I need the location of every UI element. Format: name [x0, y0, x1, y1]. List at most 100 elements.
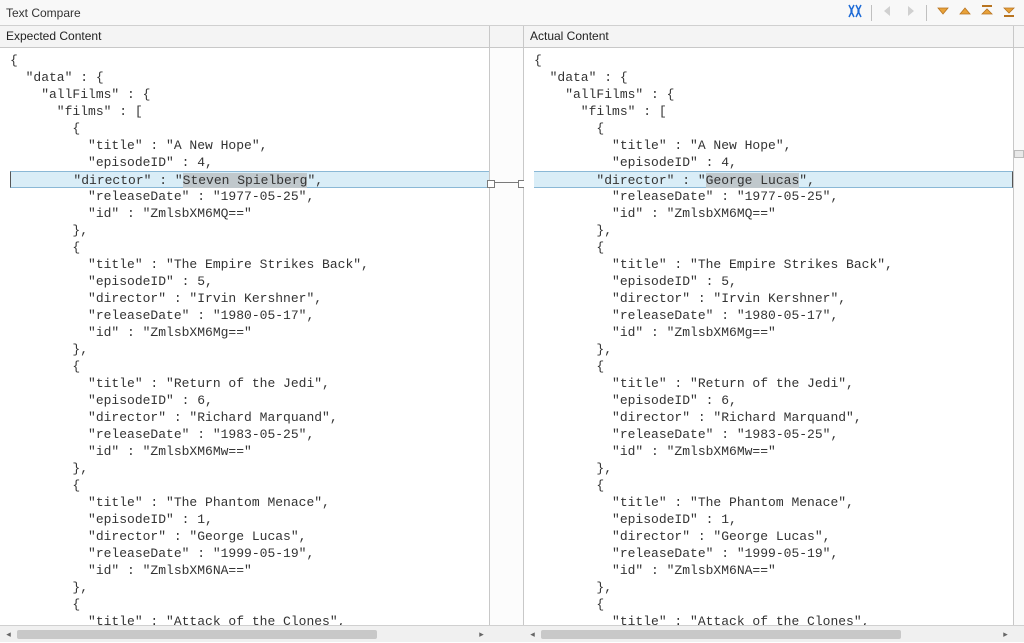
code-line: {: [10, 358, 489, 375]
code-line: "director" : "Steven Spielberg",: [10, 171, 489, 188]
hscroll-rest: [1014, 626, 1024, 642]
code-line: {: [534, 239, 1013, 256]
code-line: },: [10, 222, 489, 239]
sync-scroll-icon[interactable]: [846, 2, 864, 23]
scroll-right-arrow-icon[interactable]: ▸: [473, 626, 490, 643]
code-line: "id" : "ZmlsbXM6Mg==": [10, 324, 489, 341]
overview-diff-mark[interactable]: [1014, 150, 1024, 158]
right-pane[interactable]: { "data" : { "allFilms" : { "films" : [ …: [524, 48, 1014, 625]
left-pane-header: Expected Content: [0, 26, 490, 47]
code-line: "releaseDate" : "1977-05-25",: [10, 188, 489, 205]
diff-gutter[interactable]: [490, 48, 524, 625]
code-line: "title" : "Attack of the Clones",: [534, 613, 1013, 625]
first-diff-icon[interactable]: [978, 2, 996, 23]
code-line: {: [10, 477, 489, 494]
scroll-right-arrow-icon[interactable]: ▸: [997, 626, 1014, 643]
code-line: {: [534, 358, 1013, 375]
right-hscroll[interactable]: ◂ ▸: [524, 626, 1014, 642]
prev-diff-icon[interactable]: [956, 2, 974, 23]
code-line: "allFilms" : {: [534, 86, 1013, 103]
header-scroll-gap: [1014, 26, 1024, 47]
code-line: "episodeID" : 1,: [534, 511, 1013, 528]
code-line: },: [10, 460, 489, 477]
code-line: "films" : [: [10, 103, 489, 120]
code-line: "title" : "Return of the Jedi",: [534, 375, 1013, 392]
code-line: "episodeID" : 4,: [534, 154, 1013, 171]
code-line: "id" : "ZmlsbXM6NA==": [534, 562, 1013, 579]
header-gap: [490, 26, 524, 47]
code-line: {: [10, 239, 489, 256]
code-line: "title" : "A New Hope",: [534, 137, 1013, 154]
next-diff-icon[interactable]: [934, 2, 952, 23]
copy-right-icon[interactable]: [901, 2, 919, 23]
code-line: "title" : "The Empire Strikes Back",: [10, 256, 489, 273]
code-line: "releaseDate" : "1980-05-17",: [10, 307, 489, 324]
code-line: },: [534, 341, 1013, 358]
hscroll-gap: [490, 626, 524, 642]
code-line: "episodeID" : 6,: [10, 392, 489, 409]
code-line: "director" : "Irvin Kershner",: [534, 290, 1013, 307]
code-line: "releaseDate" : "1999-05-19",: [10, 545, 489, 562]
code-line: "releaseDate" : "1983-05-25",: [534, 426, 1013, 443]
code-line: "title" : "Attack of the Clones",: [10, 613, 489, 625]
horizontal-scrollbars: ◂ ▸ ◂ ▸: [0, 625, 1024, 642]
scroll-thumb[interactable]: [541, 630, 901, 639]
code-line: "films" : [: [534, 103, 1013, 120]
code-line: "title" : "The Empire Strikes Back",: [534, 256, 1013, 273]
toolbar: [846, 2, 1018, 23]
code-line: "director" : "George Lucas",: [10, 528, 489, 545]
left-pane[interactable]: { "data" : { "allFilms" : { "films" : [ …: [0, 48, 490, 625]
code-line: "episodeID" : 1,: [10, 511, 489, 528]
code-line: {: [534, 477, 1013, 494]
code-line: "releaseDate" : "1999-05-19",: [534, 545, 1013, 562]
code-line: {: [534, 52, 1013, 69]
code-line: "director" : "Richard Marquand",: [10, 409, 489, 426]
right-pane-header: Actual Content: [524, 26, 1014, 47]
scroll-left-arrow-icon[interactable]: ◂: [524, 626, 541, 643]
code-line: {: [534, 120, 1013, 137]
code-line: },: [10, 579, 489, 596]
overview-ruler[interactable]: [1014, 48, 1024, 625]
code-line: "title" : "Return of the Jedi",: [10, 375, 489, 392]
code-line: "id" : "ZmlsbXM6Mw==": [10, 443, 489, 460]
code-line: "episodeID" : 5,: [534, 273, 1013, 290]
code-line: "data" : {: [534, 69, 1013, 86]
code-line: "releaseDate" : "1980-05-17",: [534, 307, 1013, 324]
toolbar-separator: [871, 5, 872, 21]
code-line: {: [10, 120, 489, 137]
code-line: },: [534, 222, 1013, 239]
code-line: "data" : {: [10, 69, 489, 86]
scroll-left-arrow-icon[interactable]: ◂: [0, 626, 17, 643]
scroll-thumb[interactable]: [17, 630, 377, 639]
code-line: "id" : "ZmlsbXM6Mw==": [534, 443, 1013, 460]
code-line: "title" : "A New Hope",: [10, 137, 489, 154]
code-line: "releaseDate" : "1977-05-25",: [534, 188, 1013, 205]
code-line: "director" : "George Lucas",: [534, 528, 1013, 545]
code-line: "episodeID" : 5,: [10, 273, 489, 290]
code-line: "director" : "Richard Marquand",: [534, 409, 1013, 426]
diff-token: George Lucas: [706, 173, 800, 188]
code-line: {: [10, 596, 489, 613]
titlebar: Text Compare: [0, 0, 1024, 26]
left-hscroll[interactable]: ◂ ▸: [0, 626, 490, 642]
code-line: {: [534, 596, 1013, 613]
code-line: },: [534, 460, 1013, 477]
diff-connector: [490, 182, 523, 183]
code-line: },: [10, 341, 489, 358]
diff-panes: { "data" : { "allFilms" : { "films" : [ …: [0, 48, 1024, 625]
code-line: "id" : "ZmlsbXM6MQ==": [10, 205, 489, 222]
copy-left-icon[interactable]: [879, 2, 897, 23]
code-line: "id" : "ZmlsbXM6Mg==": [534, 324, 1013, 341]
code-line: "episodeID" : 6,: [534, 392, 1013, 409]
toolbar-separator: [926, 5, 927, 21]
code-line: "id" : "ZmlsbXM6NA==": [10, 562, 489, 579]
code-line: "id" : "ZmlsbXM6MQ==": [534, 205, 1013, 222]
code-line: {: [10, 52, 489, 69]
code-line: "director" : "Irvin Kershner",: [10, 290, 489, 307]
code-line: "allFilms" : {: [10, 86, 489, 103]
code-line: "title" : "The Phantom Menace",: [534, 494, 1013, 511]
code-line: "releaseDate" : "1983-05-25",: [10, 426, 489, 443]
pane-headers: Expected Content Actual Content: [0, 26, 1024, 48]
diff-token: Steven Spielberg: [183, 173, 308, 188]
last-diff-icon[interactable]: [1000, 2, 1018, 23]
